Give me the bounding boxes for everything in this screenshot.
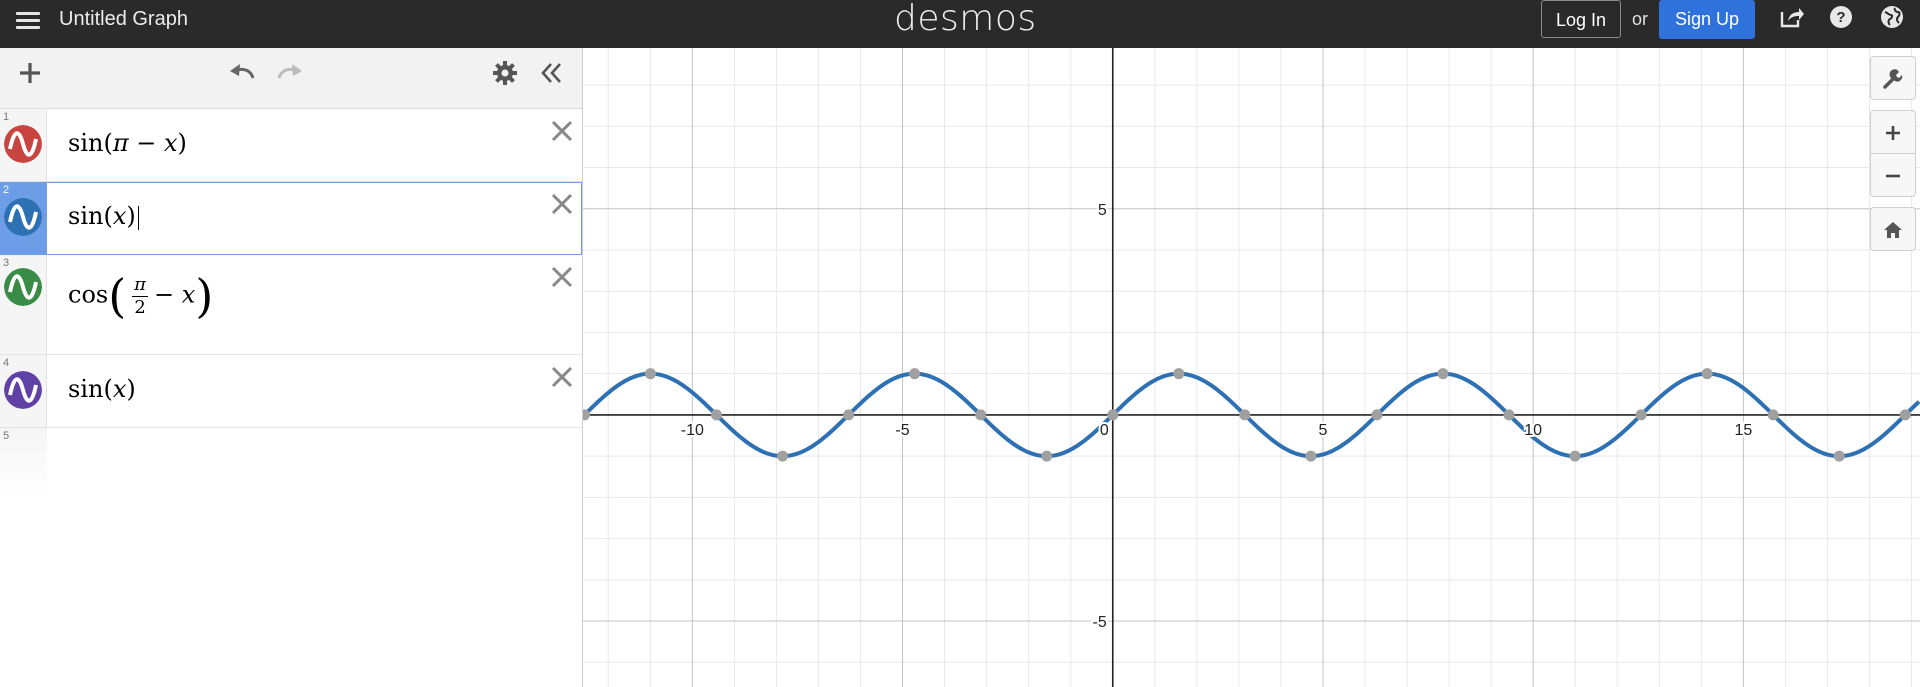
y-tick-label: -5 (1093, 614, 1107, 631)
point-of-interest (710, 409, 722, 421)
point-of-interest (777, 450, 789, 462)
point-of-interest (1305, 450, 1317, 462)
point-of-interest (1701, 368, 1713, 380)
expression-number: 1 (3, 111, 10, 123)
expression-number: 3 (3, 257, 10, 269)
point-of-interest (1899, 409, 1911, 421)
point-of-interest (909, 368, 921, 380)
add-icon[interactable] (12, 60, 48, 96)
graph-color-icon[interactable] (4, 268, 42, 306)
point-of-interest (1239, 409, 1251, 421)
expression-input[interactable]: sin(x) (68, 202, 139, 230)
x-tick-label: 5 (1319, 422, 1328, 439)
settings-icon[interactable] (487, 60, 523, 96)
point-of-interest (1635, 409, 1647, 421)
delete-icon[interactable] (548, 117, 576, 145)
point-of-interest (1833, 450, 1845, 462)
undo-icon[interactable] (224, 60, 260, 96)
x-tick-label: 15 (1735, 422, 1753, 439)
graph-color-icon[interactable] (4, 371, 42, 409)
point-of-interest (1569, 450, 1581, 462)
x-tick-label: 10 (1524, 422, 1542, 439)
collapse-icon[interactable] (534, 60, 570, 96)
axes (583, 48, 1920, 687)
point-of-interest (1437, 368, 1449, 380)
expression-number: 5 (3, 430, 10, 442)
expression-toolbar (0, 48, 582, 109)
text-caret (137, 205, 139, 230)
x-tick-label: -5 (895, 422, 909, 439)
globe-icon[interactable] (1877, 4, 1907, 34)
redo-icon[interactable] (272, 60, 308, 96)
expression-item[interactable]: 3 cos(π 2− x) (0, 255, 582, 355)
expression-number: 4 (3, 357, 10, 369)
point-of-interest (1767, 409, 1779, 421)
expression-gutter[interactable]: 3 (0, 255, 47, 354)
point-of-interest (1107, 409, 1119, 421)
expression-panel: 1 sin(π − x) 2 sin(x) 3 cos(π 2− x) 4 s… (0, 48, 583, 687)
top-bar: Untitled Graph desmos Log In or Sign Up … (0, 0, 1920, 48)
zoom-out-icon[interactable] (1870, 153, 1916, 197)
minor-gridlines (583, 48, 1920, 687)
graph-svg[interactable]: -10 -5 0 5 10 15 5 -5 (583, 48, 1920, 687)
point-of-interest (1371, 409, 1383, 421)
expression-item[interactable]: 1 sin(π − x) (0, 109, 582, 182)
x-tick-label: -10 (681, 422, 704, 439)
expression-input[interactable]: sin(π − x) (68, 129, 187, 157)
expression-gutter[interactable]: 4 (0, 355, 47, 427)
expression-input[interactable]: sin(x) (68, 375, 136, 403)
delete-icon[interactable] (548, 263, 576, 291)
zoom-in-icon[interactable] (1870, 110, 1916, 154)
desmos-logo: desmos (894, 0, 1037, 39)
hamburger-icon[interactable] (14, 8, 42, 36)
tick-labels: -10 -5 0 5 10 15 5 -5 (679, 200, 1755, 633)
login-button[interactable]: Log In (1541, 0, 1621, 38)
graph-canvas[interactable]: -10 -5 0 5 10 15 5 -5 (583, 48, 1920, 687)
point-of-interest (1041, 450, 1053, 462)
graph-color-icon[interactable] (4, 198, 42, 236)
x-tick-label: 0 (1100, 422, 1109, 439)
expression-gutter[interactable]: 1 (0, 109, 47, 181)
major-gridlines (583, 48, 1920, 687)
expression-input[interactable]: cos(π 2− x) (68, 273, 213, 319)
home-icon[interactable] (1870, 207, 1916, 251)
share-icon[interactable] (1776, 4, 1806, 34)
graph-title[interactable]: Untitled Graph (59, 8, 188, 31)
expression-gutter[interactable]: 2 (0, 182, 47, 254)
expression-number: 2 (3, 184, 10, 196)
y-tick-label: 5 (1098, 202, 1107, 219)
point-of-interest (843, 409, 855, 421)
point-of-interest (644, 368, 656, 380)
point-of-interest (1503, 409, 1515, 421)
expression-item-empty[interactable]: 5 (0, 428, 582, 498)
point-of-interest (1173, 368, 1185, 380)
signup-button[interactable]: Sign Up (1659, 0, 1755, 39)
svg-text:?: ? (1836, 9, 1845, 26)
wrench-icon[interactable] (1870, 56, 1916, 100)
expression-item[interactable]: 2 sin(x) (0, 182, 582, 255)
expression-gutter[interactable]: 5 (0, 428, 47, 498)
expression-list: 1 sin(π − x) 2 sin(x) 3 cos(π 2− x) 4 s… (0, 109, 582, 498)
point-of-interest (975, 409, 987, 421)
help-icon[interactable]: ? (1826, 4, 1856, 34)
graph-color-icon[interactable] (4, 125, 42, 163)
delete-icon[interactable] (548, 363, 576, 391)
delete-icon[interactable] (548, 190, 576, 218)
expression-item[interactable]: 4 sin(x) (0, 355, 582, 428)
or-label: or (1632, 9, 1649, 29)
